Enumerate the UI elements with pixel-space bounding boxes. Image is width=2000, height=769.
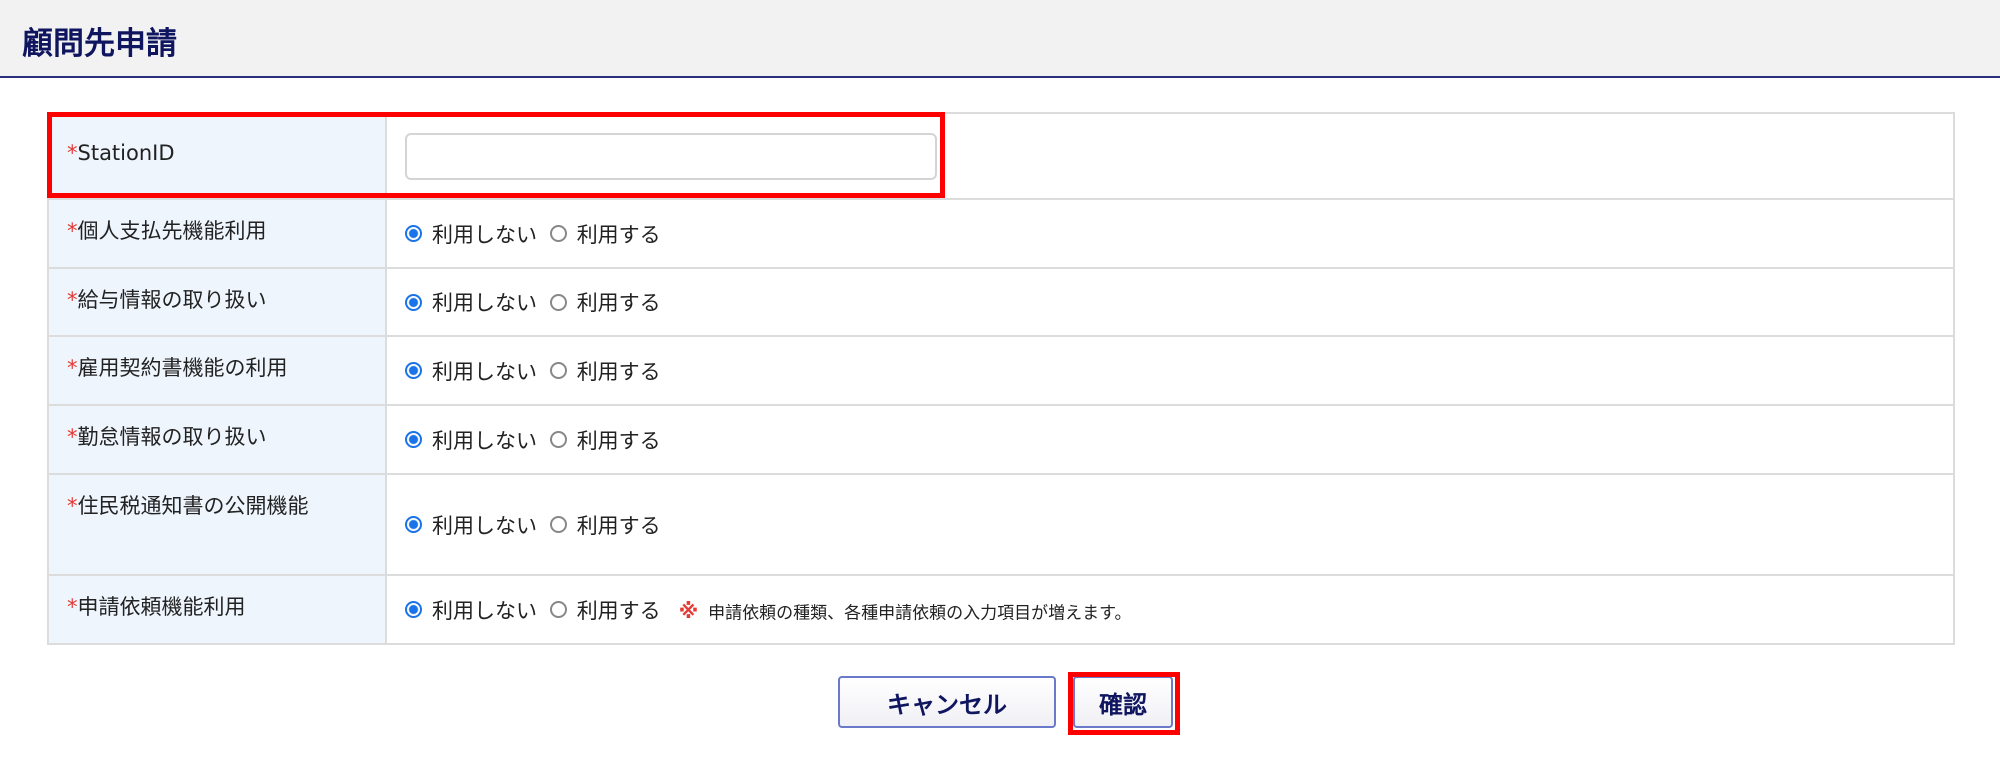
row-value: 利用しない 利用する ※ 申請依頼の種類、各種申請依頼の入力項目が増えます。: [385, 574, 1955, 645]
radio-icon[interactable]: [549, 431, 567, 448]
row-label: *申請依頼機能利用: [47, 574, 387, 645]
form-row: *雇用契約書機能の利用 利用しない 利用する: [47, 335, 1955, 406]
row-label: *勤怠情報の取り扱い: [47, 404, 387, 475]
radio-icon[interactable]: [549, 225, 567, 242]
radio-label: 利用しない: [432, 222, 537, 247]
row-label: *個人支払先機能利用: [47, 198, 387, 269]
station-id-input[interactable]: [405, 132, 937, 180]
required-mark: *: [67, 141, 78, 165]
label-text: 勤怠情報の取り扱い: [77, 425, 267, 449]
radio-use[interactable]: 利用する: [549, 510, 661, 540]
cancel-button[interactable]: キャンセル: [838, 676, 1056, 728]
radio-label: 利用しない: [432, 291, 537, 315]
required-mark: *: [67, 425, 78, 449]
row-value: 利用しない 利用する: [385, 267, 1955, 337]
radio-label: 利用する: [576, 291, 661, 315]
label-text: StationID: [77, 141, 175, 165]
radio-not-use[interactable]: 利用しない: [405, 356, 537, 386]
form-row: *申請依頼機能利用 利用しない 利用する ※ 申請依頼の種類、各種申請依頼の入力項目…: [47, 574, 1955, 645]
radio-label: 利用しない: [432, 359, 537, 384]
radio-label: 利用する: [576, 513, 661, 538]
page-title: 顧問先申請: [22, 26, 177, 62]
radio-icon[interactable]: [549, 601, 567, 618]
label-text: 給与情報の取り扱い: [77, 288, 267, 312]
radio-label: 利用しない: [432, 598, 537, 623]
row-value: 利用しない 利用する: [385, 198, 1955, 269]
application-form: *StationID *個人支払先機能利用 利用しない 利用する *給与情報の取り…: [47, 112, 1955, 645]
label-text: 雇用契約書機能の利用: [77, 356, 288, 380]
form-row: *住民税通知書の公開機能 利用しない 利用する: [47, 473, 1955, 576]
label-text: 個人支払先機能利用: [77, 219, 267, 243]
required-mark: *: [67, 356, 78, 380]
required-mark: *: [67, 494, 78, 518]
radio-icon[interactable]: [549, 362, 567, 379]
radio-use[interactable]: 利用する: [549, 425, 661, 455]
form-row: *給与情報の取り扱い 利用しない 利用する: [47, 267, 1955, 337]
row-label: *雇用契約書機能の利用: [47, 335, 387, 406]
radio-icon[interactable]: [405, 601, 422, 618]
note-text: 申請依頼の種類、各種申請依頼の入力項目が増えます。: [708, 603, 1132, 623]
radio-not-use[interactable]: 利用しない: [405, 287, 537, 317]
radio-label: 利用する: [576, 598, 661, 623]
form-row: *勤怠情報の取り扱い 利用しない 利用する: [47, 404, 1955, 475]
radio-label: 利用する: [576, 359, 661, 384]
label-text: 申請依頼機能利用: [77, 595, 246, 619]
radio-icon[interactable]: [549, 516, 567, 533]
required-mark: *: [67, 595, 78, 619]
radio-icon[interactable]: [405, 225, 422, 242]
required-mark: *: [67, 288, 78, 312]
confirm-button[interactable]: 確認: [1073, 676, 1173, 728]
radio-label: 利用しない: [432, 428, 537, 453]
radio-label: 利用する: [576, 428, 661, 453]
radio-icon[interactable]: [405, 362, 422, 379]
radio-not-use[interactable]: 利用しない: [405, 219, 537, 249]
radio-use[interactable]: 利用する: [549, 287, 661, 317]
required-mark: *: [67, 219, 78, 243]
radio-not-use[interactable]: 利用しない: [405, 595, 537, 625]
radio-icon[interactable]: [549, 293, 567, 311]
row-value: 利用しない 利用する: [385, 473, 1955, 576]
radio-not-use[interactable]: 利用しない: [405, 510, 537, 540]
radio-use[interactable]: 利用する: [549, 356, 661, 386]
station-id-cell: [385, 112, 1955, 200]
form-row: *個人支払先機能利用 利用しない 利用する: [47, 198, 1955, 269]
radio-label: 利用しない: [432, 513, 537, 538]
row-value: 利用しない 利用する: [385, 335, 1955, 406]
form-row-station-id: *StationID: [47, 112, 1955, 200]
station-id-label: *StationID: [47, 112, 387, 200]
row-label: *給与情報の取り扱い: [47, 267, 387, 337]
radio-icon[interactable]: [405, 516, 422, 533]
label-text: 住民税通知書の公開機能: [77, 494, 309, 518]
radio-not-use[interactable]: 利用しない: [405, 425, 537, 455]
page-header: 顧問先申請: [0, 0, 2000, 78]
radio-use[interactable]: 利用する: [549, 595, 661, 625]
row-value: 利用しない 利用する: [385, 404, 1955, 475]
row-label: *住民税通知書の公開機能: [47, 473, 387, 576]
radio-icon[interactable]: [405, 431, 422, 448]
note-mark: ※: [678, 599, 699, 623]
radio-use[interactable]: 利用する: [549, 219, 661, 249]
radio-icon[interactable]: [405, 293, 422, 311]
radio-label: 利用する: [576, 222, 661, 247]
